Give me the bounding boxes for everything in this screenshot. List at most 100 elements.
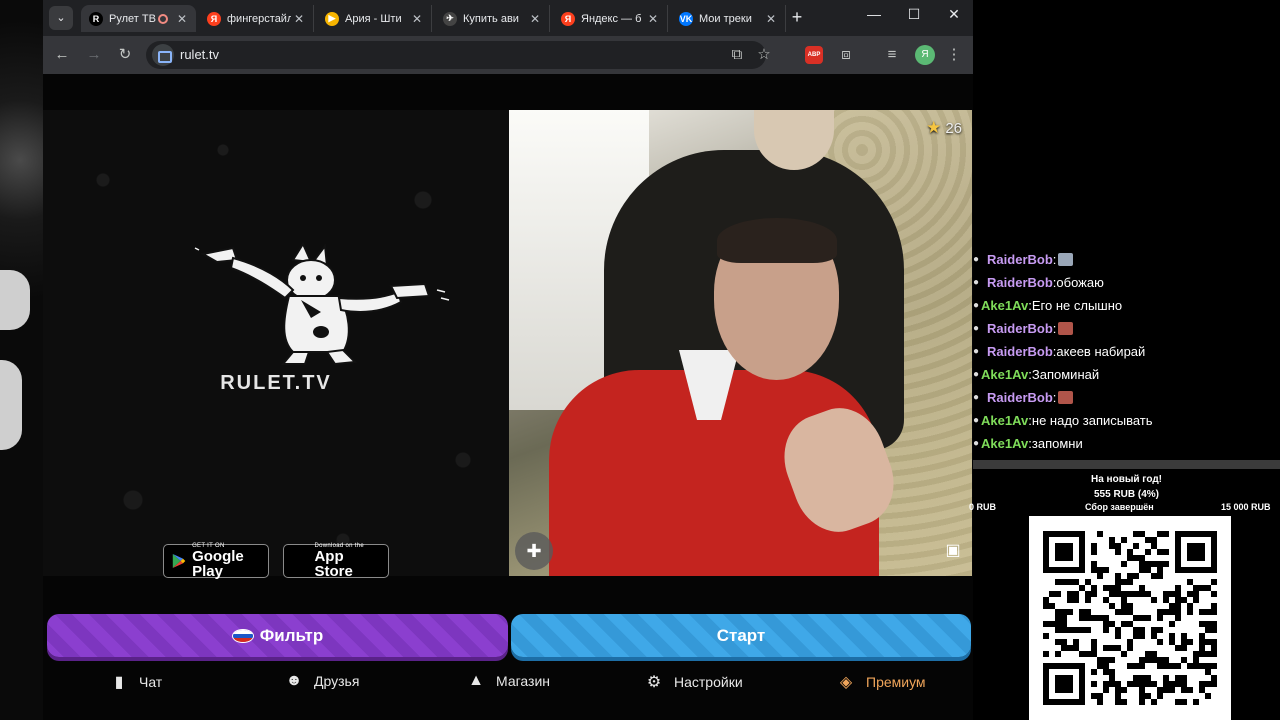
media-controls-icon[interactable]: ≡ [881,44,903,66]
bookmark-star-icon[interactable]: ☆ [753,44,775,66]
qr-finder [1055,543,1073,561]
browser-tab[interactable]: Я Яндекс — б ✕ [553,5,668,32]
qr-module [1055,621,1061,627]
adblock-extension-icon[interactable]: ABP [805,46,823,64]
qr-module [1157,567,1163,573]
qr-module [1115,699,1121,705]
qr-module [1157,531,1163,537]
filter-button[interactable]: Фильтр [47,614,508,657]
close-tab-icon[interactable]: ✕ [291,12,307,26]
qr-module [1133,555,1139,561]
qr-module [1181,687,1187,693]
qr-module [1205,663,1211,669]
tab-favicon-icon: ▶ [325,11,339,26]
russia-flag-icon [231,628,254,643]
qr-module [1067,627,1073,633]
qr-module [1097,567,1103,573]
qr-module [1151,627,1157,633]
start-button[interactable]: Старт [511,614,971,657]
qr-module [1091,615,1097,621]
qr-module [1109,645,1115,651]
qr-module [1181,681,1187,687]
qr-module [1085,597,1091,603]
new-tab-button[interactable]: + [787,7,807,28]
qr-module [1079,609,1085,615]
nav-shop[interactable]: ▲ Магазин [466,672,550,690]
qr-module [1097,663,1103,669]
qr-module [1205,681,1211,687]
extensions-puzzle-icon[interactable]: ⧈ [835,44,857,66]
profile-avatar[interactable]: Я [915,45,935,65]
close-window-icon[interactable]: ✕ [942,6,966,23]
browser-tab[interactable]: Яфингерстайл ✕ [199,5,314,32]
qr-module [1163,609,1169,615]
browser-tab[interactable]: ▶ Ария - Шти ✕ [317,5,432,32]
install-app-icon[interactable]: ⧉ [726,44,748,66]
qr-module [1175,663,1181,669]
close-tab-icon[interactable]: ✕ [645,12,661,26]
qr-module [1211,621,1217,627]
qr-module [1175,603,1181,609]
qr-module [1145,537,1151,543]
nav-premium[interactable]: ◈ Премиум [836,672,926,692]
price-tag-icon: ◈ [839,674,853,691]
qr-module [1049,591,1055,597]
qr-module [1067,645,1073,651]
qr-module [1175,681,1181,687]
qr-module [1199,651,1205,657]
qr-module [1187,609,1193,615]
menu-kebab-icon[interactable]: ⋮ [943,44,965,66]
chat-text: Его не слышно [1031,298,1123,313]
chat-nick: RaiderBob [987,344,1053,359]
gift-button[interactable]: ✚ [515,532,553,570]
close-tab-icon[interactable]: ✕ [763,12,779,26]
qr-module [1157,693,1163,699]
qr-module [1055,609,1061,615]
tab-search-icon[interactable]: ⌄ [49,6,73,30]
qr-module [1133,531,1139,537]
chat-message: ● Ake1Av: запомни [973,436,1083,451]
chat-message: ● RaiderBob: акеев набирай [973,344,1145,359]
nav-chat-label: Чат [139,674,163,690]
chat-text: запомни [1031,436,1083,451]
close-tab-icon[interactable]: ✕ [527,12,543,26]
browser-tab[interactable]: VK Мои треки ✕ [671,5,786,32]
qr-module [1115,543,1121,549]
minimize-icon[interactable]: — [862,6,886,22]
chat-text: акеев набирай [1056,344,1146,359]
chat-separator: : [1052,390,1057,405]
qr-module [1091,681,1097,687]
goal-status: Сбор завершён [1085,502,1154,512]
address-bar[interactable]: rulet.tv ⧉ ☆ [146,41,771,69]
qr-module [1175,609,1181,615]
qr-module [1121,603,1127,609]
qr-module [1085,615,1091,621]
qr-module [1079,651,1085,657]
chat-separator: : [1052,252,1057,267]
app-store-button[interactable]: Download on the App Store [283,543,389,579]
google-play-button[interactable]: GET IT ON Google Play [163,543,269,579]
qr-module [1151,651,1157,657]
qr-module [1205,639,1211,645]
close-tab-icon[interactable]: ✕ [409,12,425,26]
qr-module [1139,585,1145,591]
browser-tab[interactable]: ✈ Купить ави ✕ [435,5,550,32]
qr-module [1109,681,1115,687]
qr-module [1109,591,1115,597]
reload-icon[interactable]: ↻ [114,44,136,66]
forward-icon[interactable]: → [83,44,105,66]
browser-tab[interactable]: R Рулет ТВ ✕ [81,5,196,32]
nav-settings[interactable]: ⚙ Настройки [644,672,743,692]
desktop-shape [0,360,22,450]
chat-bullet-icon: ● [973,346,980,357]
qr-module [1211,603,1217,609]
star-count: 26 [945,119,962,137]
chat-bullet-icon: ● [973,300,980,311]
back-icon[interactable]: ← [51,44,73,66]
site-info-icon[interactable] [152,44,174,66]
nav-friends[interactable]: ☻ Друзья [284,672,360,690]
close-tab-icon[interactable]: ✕ [174,12,190,26]
maximize-icon[interactable]: ☐ [902,6,926,23]
nav-chat[interactable]: ▮ Чат [109,672,163,692]
cart-icon[interactable]: ▣ [942,540,964,562]
